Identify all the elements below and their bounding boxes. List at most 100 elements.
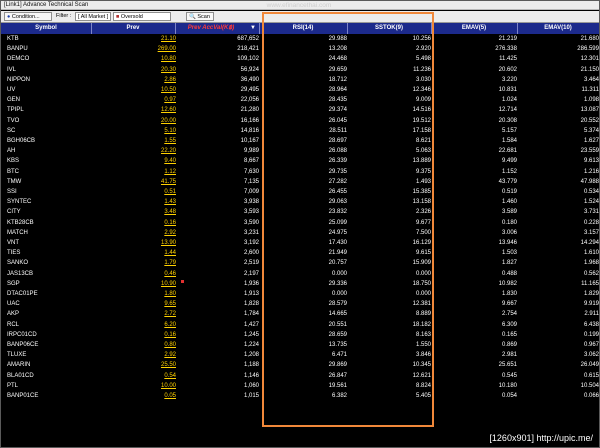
- symbol-cell: MATCH: [7, 229, 28, 236]
- symbol-cell: IVL: [7, 66, 17, 73]
- prev-price-link[interactable]: 22.20: [161, 146, 176, 156]
- symbol-cell: UAC: [7, 301, 20, 308]
- prev-price-link[interactable]: 20.00: [161, 116, 176, 126]
- col-emav10[interactable]: EMAV(10): [517, 23, 599, 34]
- prev-price-link[interactable]: 1.12: [164, 167, 176, 177]
- symbol-cell: GEN: [7, 97, 21, 104]
- condition-button[interactable]: ● Condition...: [4, 12, 52, 21]
- col-prev-acc-val[interactable]: Prev AccVal(K฿): [175, 23, 247, 34]
- sort-desc-icon[interactable]: ▼: [250, 24, 256, 33]
- symbol-cell: BLA01CD: [7, 372, 34, 379]
- prev-acc-val-cell: 1,828: [243, 301, 259, 308]
- prev-price-link[interactable]: 2.86: [164, 75, 176, 85]
- prev-price-link[interactable]: 12.60: [161, 105, 176, 115]
- prev-price-link[interactable]: 9.40: [164, 156, 176, 166]
- emav5-cell: 0.545: [501, 372, 517, 379]
- prev-price-link[interactable]: 2.72: [164, 309, 176, 319]
- prev-price-link[interactable]: 20.30: [161, 65, 176, 75]
- prev-price-link[interactable]: 2.92: [164, 350, 176, 360]
- emav10-cell: 0.967: [583, 342, 599, 348]
- col-prev[interactable]: Prev: [91, 23, 175, 34]
- scan-preset-select[interactable]: ■ Oversold: [113, 12, 171, 21]
- emav10-cell: 9.613: [583, 158, 599, 165]
- prev-price-link[interactable]: 0.05: [164, 391, 176, 401]
- prev-price-link[interactable]: 1.79: [164, 258, 176, 268]
- prev-price-link[interactable]: 1.55: [164, 136, 176, 146]
- prev-price-link[interactable]: 1.43: [164, 197, 176, 207]
- emav5-cell: 3.220: [501, 76, 517, 83]
- prev-acc-val-cell: 1,208: [243, 352, 259, 359]
- prev-price-link[interactable]: 0.54: [164, 371, 176, 381]
- symbol-cell: VNT: [7, 240, 19, 246]
- symbol-cell: BANP01CE: [7, 393, 39, 399]
- prev-acc-val-cell: 2,600: [243, 250, 259, 257]
- prev-price-link[interactable]: 0.16: [164, 330, 176, 340]
- scan-label: Scan: [197, 14, 210, 20]
- symbol-cell: CITY: [7, 209, 21, 216]
- prev-price-link[interactable]: 21.10: [161, 34, 176, 44]
- emav10-cell: 47.988: [580, 178, 599, 185]
- prev-price-link[interactable]: 0.80: [164, 340, 176, 350]
- emav10-cell: 1.524: [583, 199, 599, 206]
- scan-preset-value: Oversold: [120, 14, 143, 20]
- prev-price-link[interactable]: 10.80: [161, 54, 176, 64]
- emav5-cell: 1.503: [501, 250, 517, 257]
- emav10-cell: 14.294: [580, 240, 599, 246]
- scan-button[interactable]: 🔍 Scan: [186, 12, 214, 21]
- emav5-cell: 0.519: [501, 189, 517, 195]
- prev-price-link[interactable]: 0.97: [164, 95, 176, 105]
- prev-price-link[interactable]: 1.44: [164, 248, 176, 258]
- prev-acc-val-cell: 7,630: [243, 168, 259, 175]
- prev-acc-val-cell: 1,146: [243, 372, 259, 379]
- prev-acc-val-cell: 29,495: [240, 87, 259, 93]
- emav10-cell: 2.911: [584, 311, 599, 318]
- prev-price-link[interactable]: 41.75: [161, 177, 176, 187]
- col-emav5[interactable]: EMAV(5): [431, 23, 517, 34]
- emav10-cell: 12.301: [580, 56, 599, 63]
- emav5-cell: 6.309: [501, 321, 517, 328]
- emav5-cell: 0.180: [501, 219, 517, 226]
- prev-acc-val-cell: 10,167: [240, 138, 259, 144]
- prev-price-link[interactable]: 9.65: [164, 299, 176, 309]
- prev-price-link[interactable]: 10.00: [161, 381, 176, 391]
- prev-acc-val-cell: 1,427: [243, 321, 259, 328]
- symbol-cell: BANP06CE: [7, 342, 39, 348]
- symbol-cell: AMARIN: [7, 362, 31, 369]
- symbol-cell: KTB28CB: [7, 219, 34, 226]
- highlight-annotation-box: [262, 12, 434, 427]
- prev-price-link[interactable]: 2.92: [164, 228, 176, 238]
- col-symbol[interactable]: Symbol: [1, 23, 91, 34]
- prev-acc-val-cell: 56,924: [240, 66, 259, 73]
- symbol-cell: RCL: [7, 321, 20, 328]
- emav10-cell: 5.374: [583, 127, 599, 134]
- symbol-cell: TIES: [7, 250, 21, 257]
- prev-price-link[interactable]: 1.80: [164, 289, 176, 299]
- prev-acc-val-cell: 8,667: [243, 158, 259, 165]
- prev-price-link[interactable]: 13.90: [161, 238, 176, 248]
- prev-acc-val-cell: 2,519: [243, 260, 259, 267]
- prev-price-link[interactable]: 5.10: [164, 126, 176, 136]
- emav5-cell: 20.308: [498, 117, 517, 124]
- emav10-cell: 0.562: [583, 270, 599, 277]
- prev-price-link[interactable]: 10.90: [161, 279, 176, 289]
- emav5-cell: 20.602: [498, 66, 517, 73]
- prev-price-link[interactable]: 0.51: [164, 187, 176, 197]
- prev-price-link[interactable]: 3.48: [164, 207, 176, 217]
- emav5-cell: 9.499: [501, 158, 517, 165]
- prev-price-link[interactable]: 269.00: [158, 44, 176, 54]
- market-filter-select[interactable]: [ All Market ]: [75, 12, 111, 21]
- prev-price-link[interactable]: 0.16: [164, 218, 176, 228]
- emav5-cell: 2.981: [501, 352, 517, 359]
- emav10-cell: 1.610: [583, 250, 599, 257]
- prev-price-link[interactable]: 10.50: [161, 85, 176, 95]
- emav10-cell: 20.552: [580, 117, 599, 124]
- emav10-cell: 286.599: [577, 46, 599, 53]
- prev-acc-val-cell: 1,936: [243, 280, 259, 287]
- prev-acc-val-cell: 3,938: [243, 199, 259, 206]
- prev-price-link[interactable]: 25.50: [161, 360, 176, 370]
- prev-price-link[interactable]: 6.20: [164, 320, 176, 330]
- prev-acc-val-cell: 3,231: [243, 229, 259, 236]
- preset-icon: ■: [116, 14, 120, 20]
- prev-price-link[interactable]: 0.46: [164, 269, 176, 279]
- emav10-cell: 23.559: [580, 148, 599, 155]
